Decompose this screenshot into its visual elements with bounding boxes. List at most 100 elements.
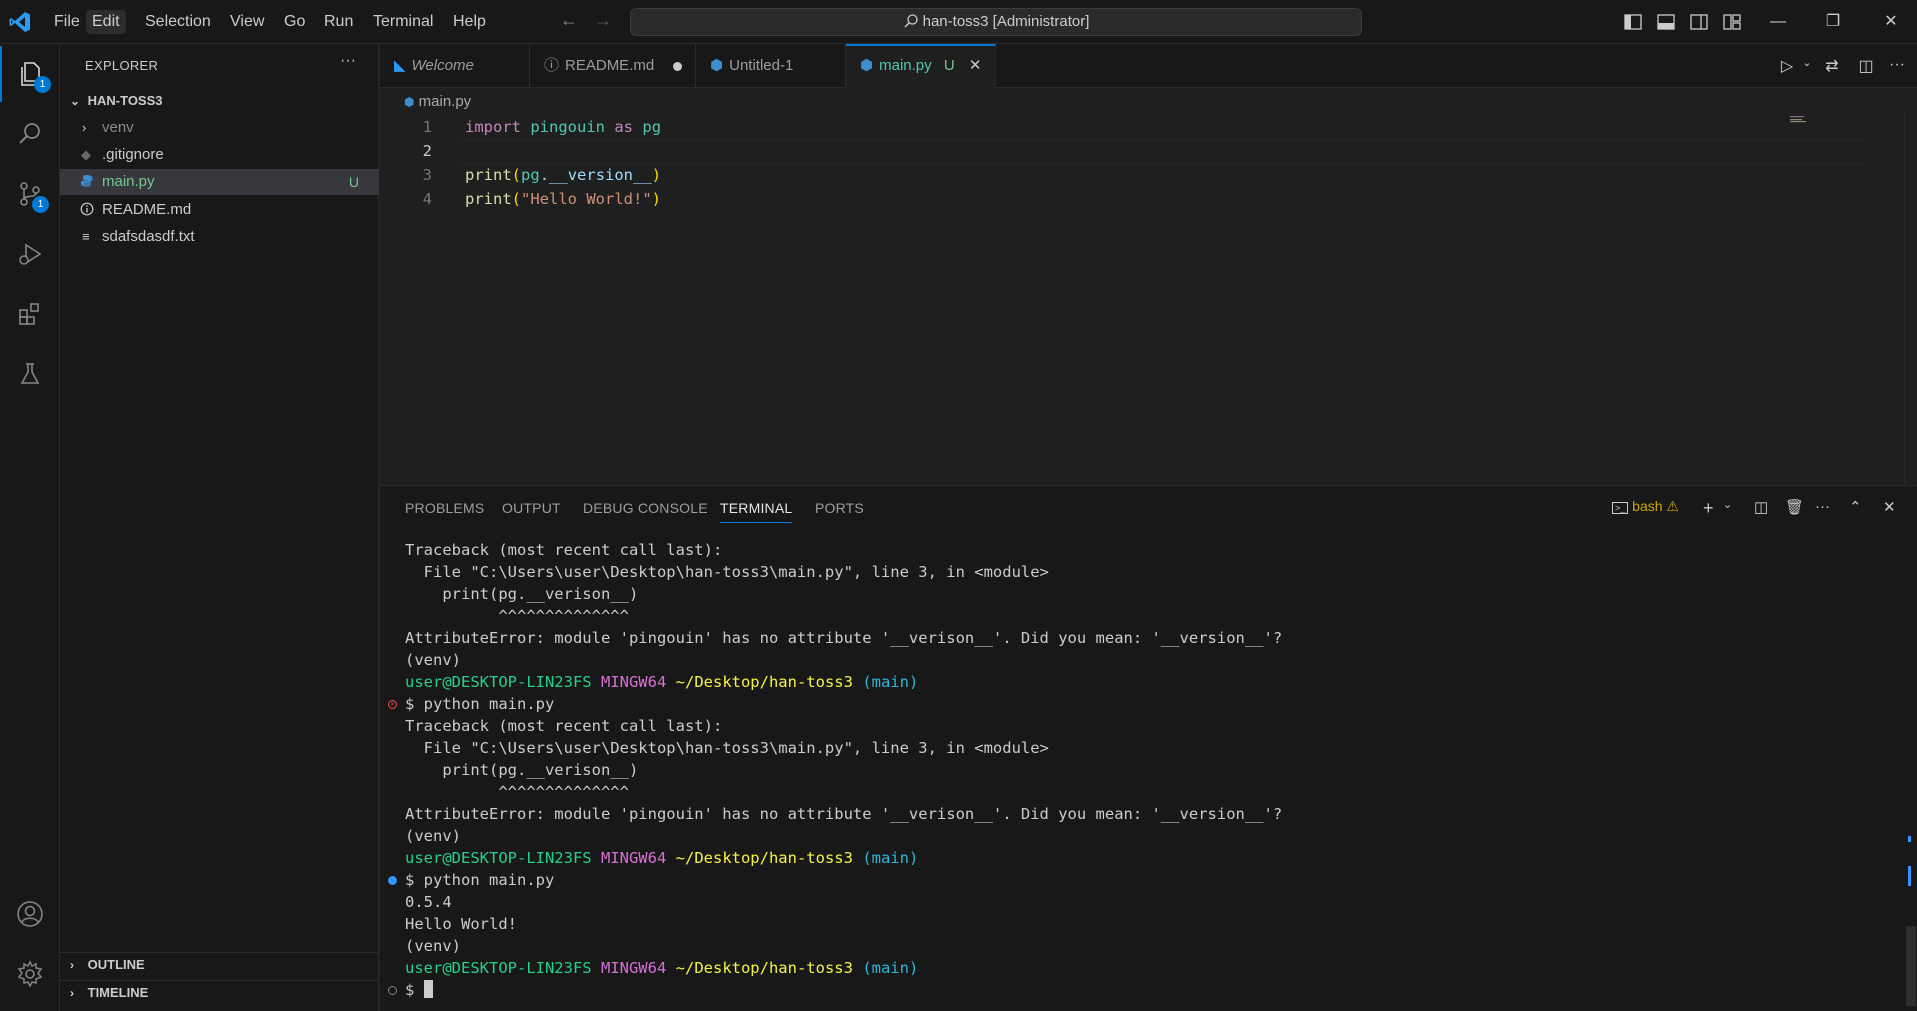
new-terminal-icon[interactable]: + <box>1703 498 1714 518</box>
breadcrumb-file: main.py <box>418 93 472 110</box>
python-file-icon <box>80 169 94 195</box>
close-panel-icon[interactable]: ✕ <box>1883 498 1896 518</box>
new-terminal-dropdown-icon[interactable]: ⌄ <box>1723 498 1732 518</box>
search-icon <box>19 123 40 144</box>
beaker-icon <box>20 363 40 384</box>
menu-file[interactable]: File <box>48 10 86 34</box>
menu-edit[interactable]: Edit <box>86 10 126 34</box>
activity-accounts[interactable] <box>0 886 60 942</box>
customize-layout-icon[interactable] <box>1722 12 1742 32</box>
menu-selection[interactable]: Selection <box>139 10 217 34</box>
editor-scrollbar[interactable] <box>1904 112 1917 484</box>
shell-name: bash <box>1632 498 1663 514</box>
close-window-button[interactable]: ✕ <box>1876 8 1906 36</box>
tree-item-gitignore[interactable]: ◆ .gitignore <box>60 142 379 168</box>
text-file-icon: ≡ <box>82 229 90 244</box>
menu-go[interactable]: Go <box>278 10 311 34</box>
string-literal: "Hello World!" <box>521 190 652 208</box>
back-arrow-icon[interactable]: ← <box>560 10 578 31</box>
timeline-section-header[interactable]: › TIMELINE <box>60 980 379 1004</box>
tab-main-py[interactable]: ⬢ main.py U ✕ <box>846 44 996 88</box>
unsaved-dot-icon[interactable] <box>673 62 682 71</box>
tab-ports[interactable]: PORTS <box>815 500 864 516</box>
command-succeeded-icon[interactable] <box>388 876 397 885</box>
breadcrumb[interactable]: ⬢ main.py <box>404 92 471 112</box>
terminal-line: ^^^^^^^^^^^^^^ <box>405 783 629 801</box>
forward-arrow-icon[interactable]: → <box>594 10 612 31</box>
tree-item-readme[interactable]: README.md <box>60 197 379 223</box>
explorer-title: EXPLORER <box>85 58 159 73</box>
function-print: print <box>465 190 512 208</box>
terminal-shell-selector[interactable]: >_ bash ⚠ <box>1612 498 1679 518</box>
tab-output[interactable]: OUTPUT <box>502 500 561 516</box>
activity-testing[interactable] <box>0 346 60 402</box>
paren-close: ) <box>651 190 662 208</box>
activity-source-control[interactable]: 1 <box>0 166 60 222</box>
kill-terminal-trash-icon[interactable]: 🗑 <box>1785 498 1804 518</box>
warning-icon: ⚠ <box>1666 498 1679 514</box>
workspace-folder-name: HAN-TOSS3 <box>87 93 163 108</box>
module-alias: pg <box>642 118 662 136</box>
tab-readme[interactable]: ⓘ README.md <box>530 44 696 88</box>
menu-help[interactable]: Help <box>447 10 492 34</box>
terminal-output[interactable]: Traceback (most recent call last): File … <box>388 539 1885 1001</box>
menu-run[interactable]: Run <box>318 10 359 34</box>
tree-item-sdafsdasdf[interactable]: ≡ sdafsdasdf.txt <box>60 224 379 250</box>
maximize-panel-chevron-up-icon[interactable]: ⌃ <box>1849 498 1862 518</box>
menu-view[interactable]: View <box>224 10 270 34</box>
minimap[interactable] <box>1790 116 1812 124</box>
gitignore-file-icon: ◆ <box>81 147 91 162</box>
dot: . <box>539 166 550 184</box>
run-dropdown-chevron-icon[interactable]: ⌄ <box>1796 56 1818 78</box>
activity-run-debug[interactable] <box>0 226 60 282</box>
tree-item-venv[interactable]: › venv <box>60 115 379 141</box>
terminal-icon: >_ <box>1612 502 1629 514</box>
code-line-4: 4 print("Hello World!") <box>380 187 1780 211</box>
activity-manage[interactable] <box>0 946 60 1002</box>
outline-section-header[interactable]: › OUTLINE <box>60 952 379 976</box>
command-center-search[interactable]: han-toss3 [Administrator] <box>630 8 1362 36</box>
activity-explorer[interactable]: 1 <box>0 46 60 102</box>
split-editor-icon[interactable]: ◫ <box>1855 56 1877 78</box>
toggle-secondary-sidebar-icon[interactable] <box>1689 12 1709 32</box>
terminal-scrollbar[interactable] <box>1904 486 1917 1011</box>
toggle-primary-sidebar-icon[interactable] <box>1623 12 1643 32</box>
terminal-line: Traceback (most recent call last): <box>405 717 723 735</box>
explorer-more-actions-icon[interactable]: ··· <box>340 52 356 70</box>
tree-item-main-py[interactable]: main.py U <box>60 169 379 195</box>
menu-terminal[interactable]: Terminal <box>367 10 439 34</box>
terminal-line: AttributeError: module 'pingouin' has no… <box>405 805 1283 823</box>
restore-button[interactable]: ❐ <box>1818 8 1848 36</box>
command-failed-icon[interactable]: ✕ <box>388 700 397 709</box>
tab-welcome[interactable]: ◣ Welcome <box>380 44 530 88</box>
line-number: 2 <box>422 142 432 160</box>
more-actions-icon[interactable]: ··· <box>1886 56 1908 78</box>
command-center-label: han-toss3 [Administrator] <box>922 13 1090 30</box>
code-editor[interactable]: 1 import pingouin as pg 2 3 print(pg.__v… <box>380 112 1917 484</box>
workspace-folder-header[interactable]: ⌄ HAN-TOSS3 <box>60 89 379 113</box>
terminal-command: ✕ $ python main.py <box>388 693 554 715</box>
run-python-file-icon[interactable]: ▷ <box>1776 56 1798 78</box>
terminal-cursor <box>423 980 433 998</box>
tab-problems[interactable]: PROBLEMS <box>405 500 484 516</box>
activity-search[interactable] <box>0 106 60 162</box>
toggle-panel-icon[interactable] <box>1656 12 1676 32</box>
terminal-line: AttributeError: module 'pingouin' has no… <box>405 629 1283 647</box>
terminal-line: (venv) <box>405 937 461 955</box>
tab-terminal[interactable]: TERMINAL <box>720 500 793 523</box>
tab-debug-console[interactable]: DEBUG CONSOLE <box>583 500 708 516</box>
close-tab-icon[interactable]: ✕ <box>969 57 982 74</box>
info-icon: ⓘ <box>544 57 560 74</box>
activity-extensions[interactable] <box>0 286 60 342</box>
minimize-button[interactable]: — <box>1763 8 1793 36</box>
paren-close: ) <box>651 166 662 184</box>
terminal-input-line[interactable]: $ <box>388 979 433 1001</box>
code-line-3: 3 print(pg.__version__) <box>380 163 1780 187</box>
terminal-line: File "C:\Users\user\Desktop\han-toss3\ma… <box>405 563 1049 581</box>
info-icon <box>80 197 94 223</box>
terminal-line: print(pg.__verison__) <box>405 761 639 779</box>
open-changes-icon[interactable]: ⇄ <box>1821 56 1843 78</box>
split-terminal-icon[interactable]: ◫ <box>1754 498 1768 518</box>
tab-untitled-1[interactable]: ⬢ Untitled-1 <box>696 44 846 88</box>
panel-more-actions-icon[interactable]: ··· <box>1815 498 1830 518</box>
